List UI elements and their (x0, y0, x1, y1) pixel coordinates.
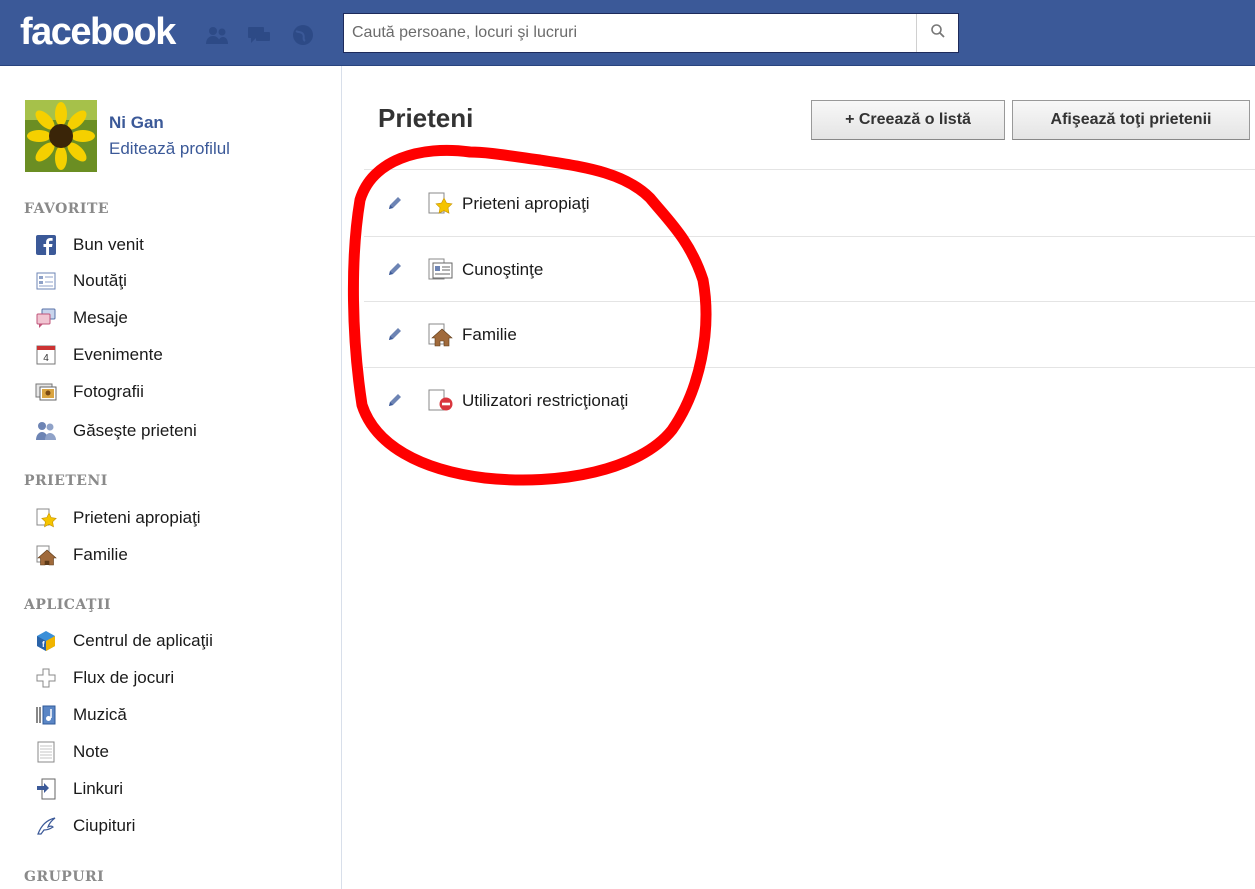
sidebar-item-family[interactable]: Familie (35, 540, 128, 570)
messages-jewel-icon[interactable] (246, 24, 272, 46)
sidebar-item-messages[interactable]: Mesaje (35, 303, 128, 333)
friend-requests-icon[interactable] (204, 24, 230, 46)
pencil-edit-icon[interactable] (386, 194, 404, 212)
sidebar-item-label: Note (73, 742, 109, 761)
sidebar-item-label: Flux de jocuri (73, 668, 175, 687)
friend-list-row[interactable]: Utilizatori restricţionaţi (364, 367, 1255, 433)
search-button[interactable] (916, 14, 958, 52)
pencil-edit-icon[interactable] (386, 260, 404, 278)
sidebar-item-label: Noutăţi (73, 271, 127, 290)
sidebar-item-close-friends[interactable]: Prieteni apropiaţi (35, 503, 201, 533)
calendar-day-number: 4 (43, 353, 49, 364)
sidebar-item-label: Familie (73, 545, 128, 564)
app-center-icon: f (35, 630, 57, 652)
sidebar-item-label: Muzică (73, 705, 127, 724)
sidebar-item-events[interactable]: 4 Evenimente (35, 340, 163, 370)
sidebar-item-label: Evenimente (73, 345, 163, 364)
friend-list-label: Familie (462, 325, 517, 344)
news-feed-icon (35, 270, 57, 292)
apps-heading: APLICAŢII (24, 597, 112, 613)
friend-list-row[interactable]: Prieteni apropiaţi (364, 170, 1255, 236)
favorites-heading: FAVORITE (24, 201, 110, 217)
left-sidebar: Ni Gan Editează profilul FAVORITE Bun ve… (0, 66, 342, 889)
find-friends-icon (35, 420, 57, 442)
search-box (343, 13, 959, 53)
sidebar-item-label: Ciupituri (73, 816, 136, 835)
pencil-edit-icon[interactable] (386, 391, 404, 409)
house-icon (35, 544, 57, 566)
restricted-icon (428, 389, 454, 413)
search-icon (930, 23, 946, 44)
groups-heading: GRUPURI (24, 869, 105, 885)
sidebar-item-music[interactable]: Muzică (35, 700, 127, 730)
create-list-button[interactable]: + Creează o listă (811, 100, 1005, 140)
notifications-globe-icon[interactable] (290, 24, 316, 46)
sidebar-item-label: Mesaje (73, 308, 128, 327)
sidebar-item-label: Fotografii (73, 382, 144, 401)
search-input[interactable] (344, 14, 916, 52)
notes-icon (35, 741, 57, 763)
sidebar-item-links[interactable]: Linkuri (35, 774, 123, 804)
acquaintances-icon (428, 258, 454, 282)
sidebar-item-app-center[interactable]: f Centrul de aplicaţii (35, 626, 213, 656)
pokes-icon (35, 815, 57, 837)
sidebar-item-label: Centrul de aplicaţii (73, 631, 213, 650)
pencil-edit-icon[interactable] (386, 325, 404, 343)
sidebar-item-label: Găseşte prieteni (73, 421, 197, 440)
photos-icon (35, 381, 57, 403)
top-bar: facebook (0, 0, 1255, 66)
sidebar-item-label: Linkuri (73, 779, 124, 798)
page-title: Prieteni (378, 103, 474, 133)
friend-list-label: Prieteni apropiaţi (462, 194, 590, 213)
friend-list-row[interactable]: Cunoştinţe (364, 236, 1255, 302)
house-icon (428, 323, 454, 347)
friend-list-label: Cunoştinţe (462, 260, 544, 279)
sidebar-item-games[interactable]: Flux de jocuri (35, 663, 174, 693)
games-icon (35, 667, 57, 689)
music-icon (35, 704, 57, 726)
star-list-icon (35, 507, 57, 529)
edit-profile-link[interactable]: Editează profilul (109, 139, 230, 159)
show-all-friends-button[interactable]: Afişează toţi prietenii (1012, 100, 1250, 140)
profile-name[interactable]: Ni Gan (109, 113, 164, 133)
star-list-icon (428, 192, 454, 216)
sidebar-item-find-friends[interactable]: Găseşte prieteni (35, 416, 197, 446)
sidebar-item-welcome[interactable]: Bun venit (35, 230, 144, 260)
avatar[interactable] (25, 100, 97, 172)
sidebar-item-news-feed[interactable]: Noutăţi (35, 266, 127, 296)
sidebar-item-notes[interactable]: Note (35, 737, 109, 767)
sidebar-item-label: Prieteni apropiaţi (73, 508, 201, 527)
facebook-f-icon (35, 234, 57, 256)
calendar-icon: 4 (35, 344, 57, 366)
facebook-logo[interactable]: facebook (20, 10, 176, 54)
messages-icon (35, 307, 57, 329)
links-icon (35, 778, 57, 800)
friend-list-label: Utilizatori restricţionaţi (462, 391, 629, 410)
friends-heading: PRIETENI (24, 473, 108, 489)
friend-list-row[interactable]: Familie (364, 301, 1255, 367)
sidebar-item-photos[interactable]: Fotografii (35, 377, 144, 407)
svg-text:f: f (42, 640, 45, 649)
sidebar-item-pokes[interactable]: Ciupituri (35, 811, 135, 841)
sidebar-item-label: Bun venit (73, 235, 144, 254)
